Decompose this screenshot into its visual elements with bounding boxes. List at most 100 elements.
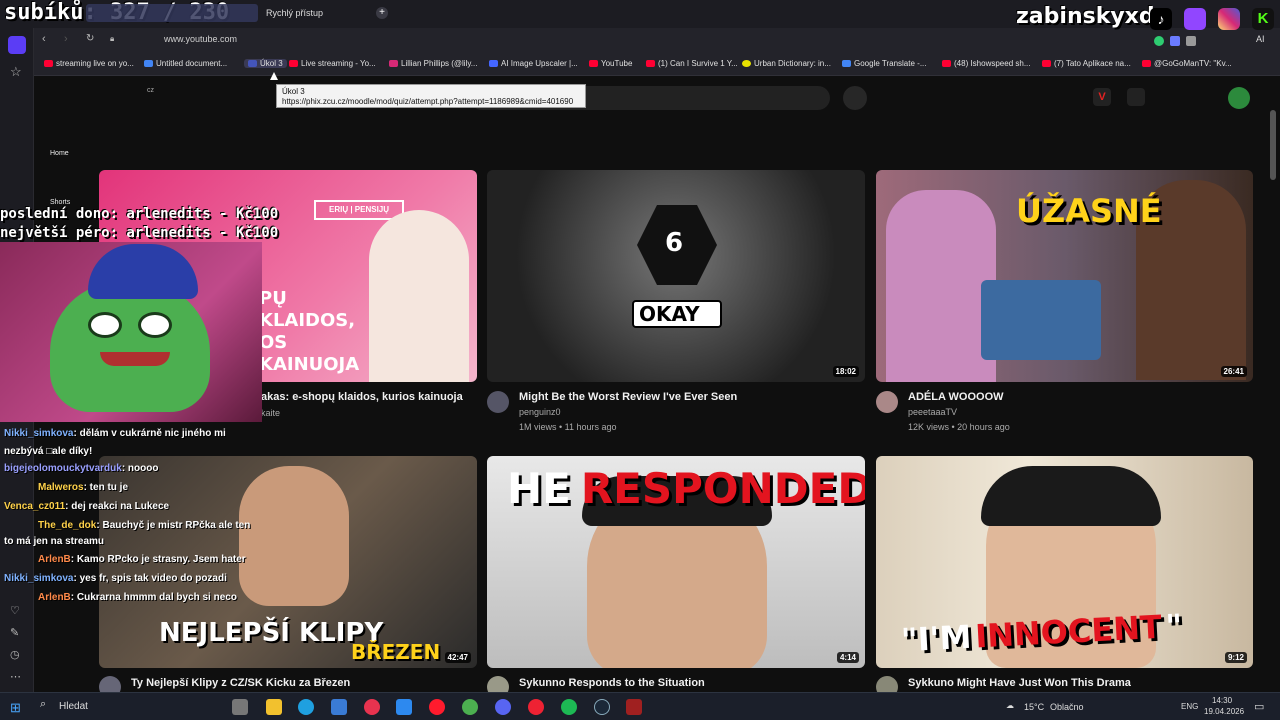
account-avatar[interactable] xyxy=(1228,87,1250,109)
bookmark-item[interactable]: @GoGoManTV: "Kv... xyxy=(1142,59,1232,68)
app-icon[interactable] xyxy=(396,699,412,715)
bookmark-label: @GoGoManTV: "Kv... xyxy=(1154,59,1232,68)
bookmark-item[interactable]: Úkol 3 xyxy=(244,59,287,68)
app-icon[interactable] xyxy=(528,699,544,715)
video-thumbnail[interactable]: "I'M INNOCENT " 9:12 xyxy=(876,456,1253,668)
vivaldi-extension-icon[interactable]: V xyxy=(1093,88,1111,106)
thumb-text-white: "I'M xyxy=(900,617,973,660)
taskbar-search[interactable]: Hledat xyxy=(59,701,88,712)
star-icon[interactable]: ☆ xyxy=(10,64,22,80)
extension-icons[interactable] xyxy=(1154,36,1244,46)
game-icon[interactable] xyxy=(626,699,642,715)
opera-icon[interactable] xyxy=(429,699,445,715)
bookmark-label: AI Image Upscaler |... xyxy=(501,59,578,68)
thumb-text: OKAY xyxy=(639,302,700,326)
bookmark-item[interactable]: Lillian Phillips (@lily... xyxy=(389,59,477,68)
bookmark-label: Lillian Phillips (@lily... xyxy=(401,59,478,68)
bookmark-tooltip: Úkol 3 https://phix.zcu.cz/moodle/mod/qu… xyxy=(276,84,586,108)
history-icon[interactable]: ◷ xyxy=(10,648,20,661)
video-title[interactable]: ADÉLA WOOOOW xyxy=(908,391,1004,403)
search-icon[interactable]: ⌕ xyxy=(40,698,46,711)
video-title[interactable]: Ty Nejlepší Klipy z CZ/SK Kicku za Březe… xyxy=(131,677,350,689)
youtube-icon xyxy=(1142,60,1151,67)
edge-icon[interactable] xyxy=(298,699,314,715)
tiktok-icon: ♪ xyxy=(1150,8,1172,30)
discord-icon[interactable] xyxy=(495,699,511,715)
temperature[interactable]: 15°C xyxy=(1024,702,1044,712)
video-thumbnail[interactable]: HE RESPONDED 4:14 xyxy=(487,456,865,668)
video-meta: 1M views • 11 hours ago xyxy=(519,422,617,432)
video-thumbnail[interactable]: ÚŽASNÉ 26:41 xyxy=(876,170,1253,382)
youtube-icon xyxy=(44,60,53,67)
bookmark-item[interactable]: Google Translate -... xyxy=(842,59,926,68)
workspace-icon[interactable] xyxy=(8,36,26,54)
pepe-eye xyxy=(88,312,122,338)
nav-shorts[interactable]: Shorts xyxy=(50,199,70,206)
voice-search-button[interactable] xyxy=(843,86,867,110)
store-icon[interactable] xyxy=(331,699,347,715)
pepe-frog-image xyxy=(50,282,210,412)
opera-gx-icon[interactable] xyxy=(364,699,380,715)
clock-date[interactable]: 19.04.2026 xyxy=(1204,707,1244,716)
steam-icon[interactable] xyxy=(594,699,610,715)
clock-time[interactable]: 14:30 xyxy=(1212,696,1232,705)
forward-icon[interactable]: › xyxy=(64,33,68,45)
windows-start-icon[interactable]: ⊞ xyxy=(10,700,21,716)
extension-icon[interactable] xyxy=(1154,36,1164,46)
channel-avatar[interactable] xyxy=(876,391,898,413)
video-title[interactable]: akas: e-shopų klaidos, kurios kainuoja xyxy=(261,391,463,403)
bookmark-item[interactable]: (7) Tato Aplikace na... xyxy=(1042,59,1131,68)
video-title[interactable]: Sykkuno Might Have Just Won This Drama xyxy=(908,677,1131,689)
chat-text: nezbývá □ale díky! xyxy=(4,446,93,457)
extension-icon[interactable] xyxy=(1186,36,1196,46)
bookmark-item[interactable]: Live streaming - Yo... xyxy=(289,59,376,68)
channel-avatar[interactable] xyxy=(487,391,509,413)
reload-icon[interactable]: ↻ xyxy=(86,33,94,44)
weather-icon[interactable]: ☁ xyxy=(1006,701,1014,710)
thumb-subtext: BŘEZEN xyxy=(351,640,441,664)
thumb-badge: ERIŲ | PENSIJŲ xyxy=(314,200,404,220)
chat-user: ArlenB xyxy=(38,592,71,603)
bookmark-item[interactable]: YouTube xyxy=(589,59,632,68)
page-scrollbar[interactable] xyxy=(1270,110,1276,180)
ai-button[interactable]: AI xyxy=(1256,34,1265,44)
back-icon[interactable]: ‹ xyxy=(42,33,46,45)
new-tab-button[interactable]: + xyxy=(376,7,388,19)
chrome-icon[interactable] xyxy=(462,699,478,715)
bookmark-item[interactable]: Untitled document... xyxy=(144,59,227,68)
tab-label: Rychlý přístup xyxy=(266,8,324,18)
notification-icon[interactable]: ▭ xyxy=(1254,700,1264,713)
ai-label: AI xyxy=(1256,34,1265,44)
bookmark-item[interactable]: streaming live on yo... xyxy=(44,59,134,68)
nav-home[interactable]: Home xyxy=(50,150,69,157)
weather-text[interactable]: Oblačno xyxy=(1050,702,1084,712)
extension-icon[interactable] xyxy=(1170,36,1180,46)
video-channel[interactable]: peeetaaaTV xyxy=(908,407,957,417)
bookmark-item[interactable]: (1) Can I Survive 1 Y... xyxy=(646,59,738,68)
video-channel[interactable]: kaite xyxy=(261,408,280,418)
video-thumbnail[interactable]: 6 OKAY 18:02 xyxy=(487,170,865,382)
thumb-text: NEJLEPŠÍ KLIPY xyxy=(159,618,384,648)
extension-icon[interactable] xyxy=(1127,88,1145,106)
bookmark-item[interactable]: Urban Dictionary: in... xyxy=(742,59,831,68)
edit-icon[interactable]: ✎ xyxy=(10,626,19,639)
hair-shape xyxy=(981,466,1161,526)
video-title[interactable]: Might Be the Worst Review I've Ever Seen xyxy=(519,391,737,403)
more-icon[interactable]: ⋯ xyxy=(10,670,21,683)
video-title[interactable]: Sykunno Responds to the Situation xyxy=(519,677,705,689)
thumb-headline: HE RESPONDED xyxy=(507,464,865,513)
chat-user: bigejeolomouckytvarduk xyxy=(4,463,122,474)
bookmark-item[interactable]: AI Image Upscaler |... xyxy=(489,59,578,68)
tab-quick-access[interactable]: Rychlý přístup xyxy=(262,4,323,22)
bookmark-item[interactable]: (48) Ishowspeed sh... xyxy=(942,59,1030,68)
file-explorer-icon[interactable] xyxy=(266,699,282,715)
task-view-icon[interactable] xyxy=(232,699,248,715)
chat-text: : dělám v cukrárně nic jiného mi xyxy=(73,428,226,439)
video-channel[interactable]: penguinz0 xyxy=(519,407,561,417)
pepe-hat xyxy=(88,244,198,299)
spotify-icon[interactable] xyxy=(561,699,577,715)
bookmark-label: YouTube xyxy=(601,59,633,68)
language-indicator[interactable]: ENG xyxy=(1181,702,1198,711)
url-field[interactable]: www.youtube.com xyxy=(164,34,237,44)
chat-message: ArlenB: Cukrarna hmmm dal bych si neco xyxy=(38,592,237,603)
